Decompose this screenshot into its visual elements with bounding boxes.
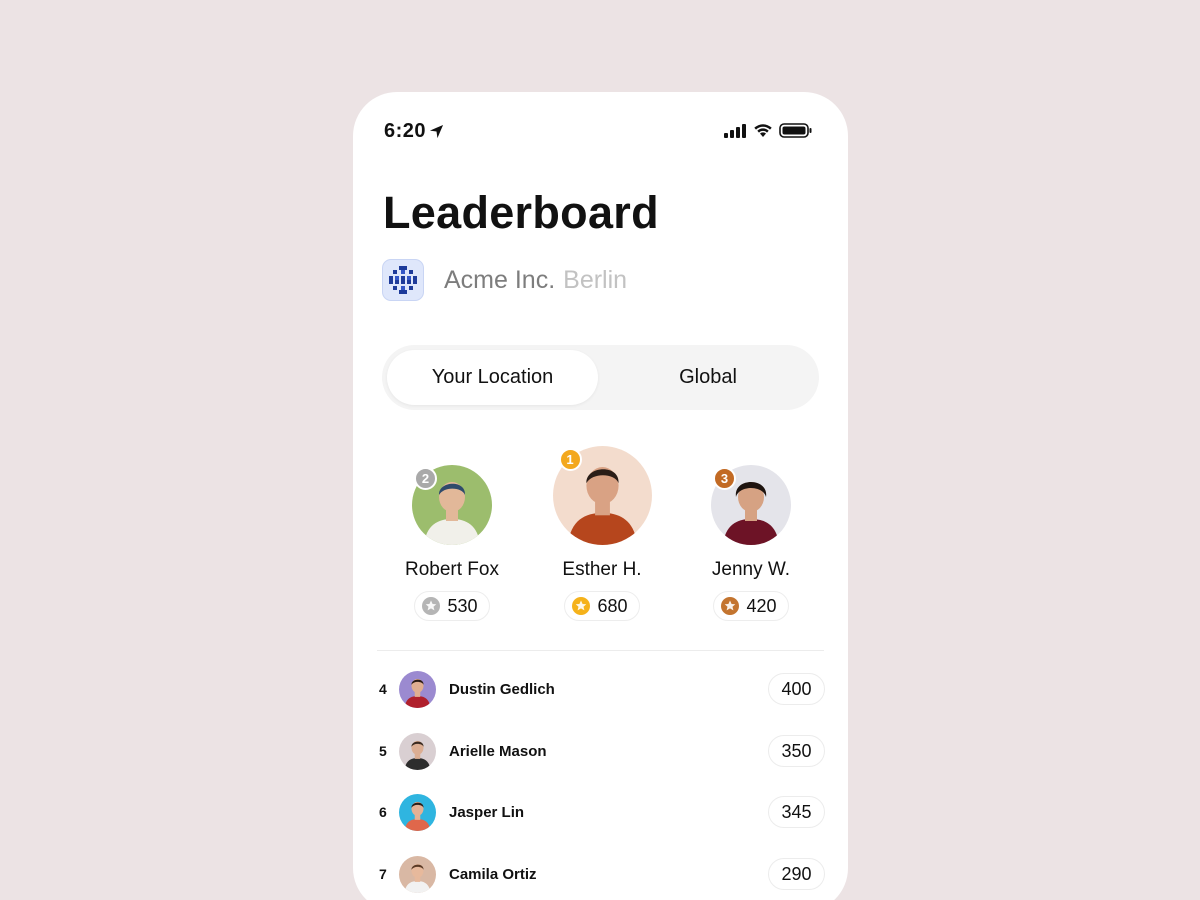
- points-value: 530: [447, 595, 478, 616]
- avatar-person-image: [399, 670, 436, 708]
- divider: [377, 650, 824, 651]
- company-logo: [382, 259, 424, 301]
- podium-second[interactable]: 2 Robert Fox 530: [377, 465, 527, 621]
- points-value: 420: [746, 595, 777, 616]
- list-item[interactable]: 5 Arielle Mason 350: [379, 732, 825, 770]
- podium-third[interactable]: 3 Jenny W. 420: [676, 465, 826, 621]
- silver-medal-icon: [422, 597, 441, 615]
- podium-avatar-wrap: 3: [711, 465, 791, 545]
- points-pill: 530: [414, 591, 490, 621]
- wifi-icon: [754, 124, 772, 137]
- list-item[interactable]: 6 Jasper Lin 345: [379, 793, 825, 831]
- rank-badge: 2: [414, 467, 437, 490]
- podium-name: Esther H.: [562, 559, 642, 580]
- list-name: Dustin Gedlich: [449, 680, 555, 698]
- tab-your-location[interactable]: Your Location: [387, 350, 598, 405]
- avatar: [399, 670, 436, 708]
- points-pill: 420: [713, 591, 789, 621]
- list-rank: 4: [379, 681, 387, 697]
- list-rank: 5: [379, 743, 387, 759]
- list-name: Arielle Mason: [449, 742, 547, 760]
- list-rank: 7: [379, 866, 387, 882]
- podium-avatar-wrap: 2: [412, 465, 492, 545]
- company-info: Acme Inc. Berlin: [382, 259, 627, 301]
- list-name: Jasper Lin: [449, 803, 525, 821]
- podium-name: Robert Fox: [405, 559, 499, 580]
- company-name: Acme Inc.: [444, 265, 556, 294]
- location-segmented-control: Your Location Global: [382, 345, 819, 410]
- avatar-person-image: [399, 793, 436, 831]
- list-name: Camila Ortiz: [449, 865, 537, 883]
- status-time-label: 6:20: [384, 120, 427, 142]
- podium-name: Jenny W.: [711, 559, 791, 580]
- list-score: 290: [768, 858, 825, 890]
- points-pill: 680: [564, 591, 640, 621]
- status-time: 6:20: [384, 120, 444, 143]
- status-icons: [724, 123, 812, 138]
- cellular-signal-icon: [724, 123, 746, 138]
- battery-icon: [779, 123, 812, 138]
- list-item[interactable]: 7 Camila Ortiz 290: [379, 855, 825, 893]
- list-score: 400: [768, 673, 825, 705]
- gold-medal-icon: [572, 597, 591, 615]
- list-item[interactable]: 4 Dustin Gedlich 400: [379, 670, 825, 708]
- avatar-person-image: [399, 732, 436, 770]
- avatar: [399, 855, 436, 893]
- list-score: 350: [768, 735, 825, 767]
- avatar-person-image: [399, 855, 436, 893]
- avatar: [399, 732, 436, 770]
- tab-global[interactable]: Global: [602, 350, 814, 405]
- rank-badge: 3: [713, 467, 736, 490]
- list-rank: 6: [379, 804, 387, 820]
- avatar: [399, 793, 436, 831]
- company-city: Berlin: [563, 265, 628, 294]
- podium-first[interactable]: 1 Esther H. 680: [527, 446, 677, 621]
- phone-screen: 6:20 Leaderboard Acme Inc. Berlin Your L…: [353, 92, 848, 900]
- podium-avatar-wrap: 1: [552, 446, 652, 545]
- page-title: Leaderboard: [383, 187, 659, 238]
- bronze-medal-icon: [721, 597, 740, 615]
- rank-badge: 1: [558, 448, 582, 471]
- company-logo-icon: [389, 266, 417, 294]
- list-score: 345: [768, 796, 825, 828]
- points-value: 680: [597, 595, 628, 616]
- location-arrow-icon: [429, 124, 444, 139]
